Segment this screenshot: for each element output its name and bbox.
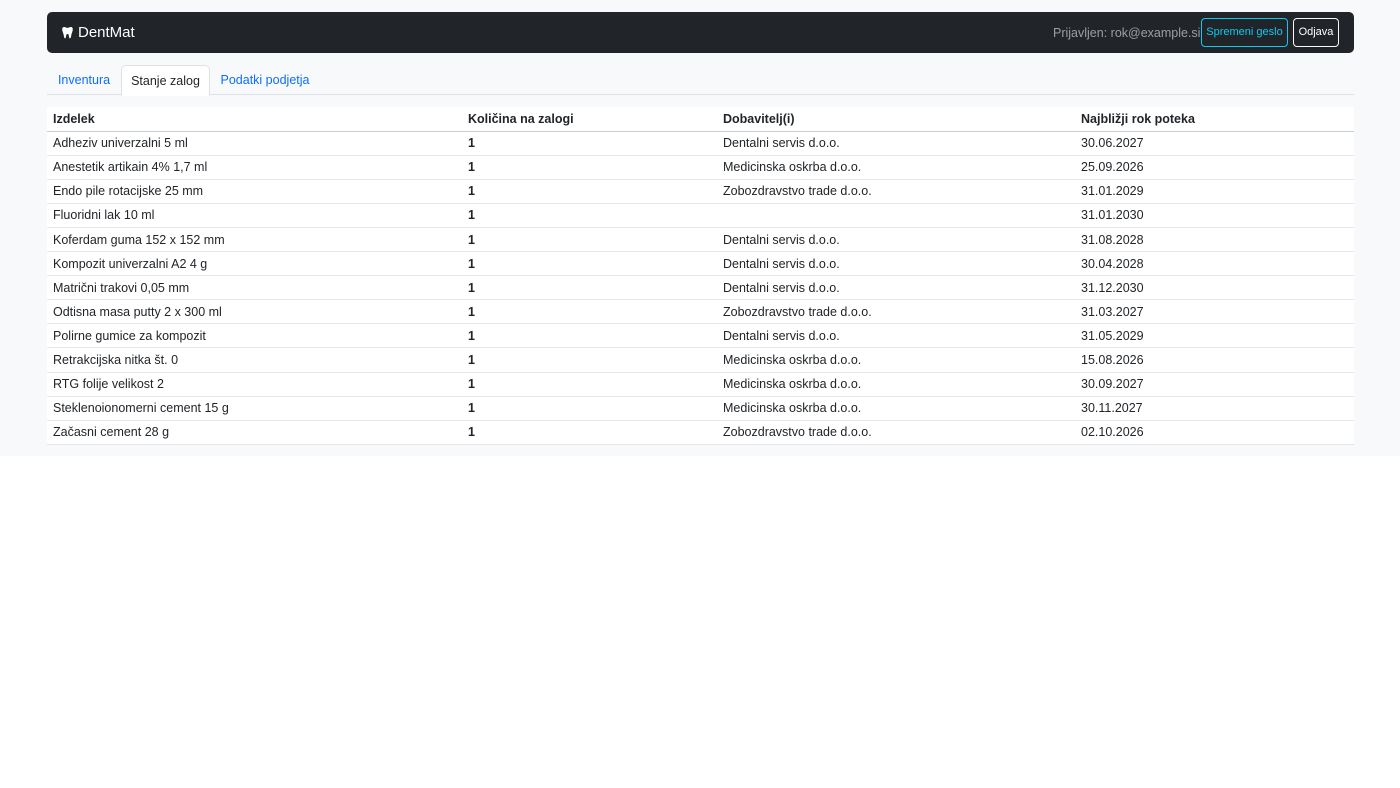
quantity-cell: 1 <box>462 299 717 325</box>
supplier-cell: Dentalni servis d.o.o. <box>717 323 1075 349</box>
supplier-cell: Dentalni servis d.o.o. <box>717 227 1075 253</box>
change-password-button[interactable]: Spremeni geslo <box>1201 18 1288 47</box>
product-cell: Retrakcijska nitka št. 0 <box>47 347 462 373</box>
product-cell: Anestetik artikain 4% 1,7 ml <box>47 155 462 180</box>
product-cell: Polirne gumice za kompozit <box>47 323 462 349</box>
quantity-cell: 1 <box>462 347 717 373</box>
expiry-cell: 30.09.2027 <box>1075 372 1354 397</box>
table-row: Koferdam guma 152 x 152 mm 1 Dentalni se… <box>47 227 1354 253</box>
table-row: RTG folije velikost 2 1 Medicinska oskrb… <box>47 372 1354 397</box>
expiry-cell: 31.05.2029 <box>1075 323 1354 349</box>
expiry-cell: 30.06.2027 <box>1075 131 1354 156</box>
column-header-rok-poteka: Najbližji rok poteka <box>1075 107 1354 132</box>
supplier-cell: Medicinska oskrba d.o.o. <box>717 372 1075 397</box>
quantity-cell: 1 <box>462 323 717 349</box>
logged-in-user: Prijavljen: rok@example.si <box>1053 26 1201 40</box>
product-cell: Steklenoionomerni cement 15 g <box>47 396 462 421</box>
quantity-cell: 1 <box>462 227 717 253</box>
tab-stanje-zalog[interactable]: Stanje zalog <box>121 65 210 96</box>
table-row: Začasni cement 28 g 1 Zobozdravstvo trad… <box>47 420 1354 445</box>
expiry-cell: 31.01.2030 <box>1075 203 1354 228</box>
supplier-cell: Dentalni servis d.o.o. <box>717 275 1075 301</box>
quantity-cell: 1 <box>462 372 717 397</box>
brand-name: DentMat <box>78 24 135 41</box>
brand[interactable]: DentMat <box>62 23 135 42</box>
quantity-cell: 1 <box>462 420 717 445</box>
column-header-kolicina: Količina na zalogi <box>462 107 717 132</box>
top-navbar: DentMat Prijavljen: rok@example.si Sprem… <box>47 12 1354 53</box>
stock-table: Izdelek Količina na zalogi Dobavitelj(i)… <box>47 107 1354 445</box>
product-cell: Adheziv univerzalni 5 ml <box>47 131 462 156</box>
tab-bar: Inventura Stanje zalog Podatki podjetja <box>47 65 1354 96</box>
supplier-cell: Zobozdravstvo trade d.o.o. <box>717 299 1075 325</box>
expiry-cell: 15.08.2026 <box>1075 347 1354 373</box>
table-row: Kompozit univerzalni A2 4 g 1 Dentalni s… <box>47 251 1354 277</box>
quantity-cell: 1 <box>462 131 717 156</box>
column-header-dobavitelj: Dobavitelj(i) <box>717 107 1075 132</box>
table-header-row: Izdelek Količina na zalogi Dobavitelj(i)… <box>47 107 1354 132</box>
product-cell: Matrični trakovi 0,05 mm <box>47 275 462 301</box>
tooth-icon <box>62 27 73 39</box>
product-cell: Kompozit univerzalni A2 4 g <box>47 251 462 277</box>
supplier-cell: Dentalni servis d.o.o. <box>717 131 1075 156</box>
tab-inventura[interactable]: Inventura <box>47 65 121 95</box>
expiry-cell: 31.03.2027 <box>1075 299 1354 325</box>
supplier-cell: Medicinska oskrba d.o.o. <box>717 155 1075 180</box>
quantity-cell: 1 <box>462 251 717 277</box>
table-row: Anestetik artikain 4% 1,7 ml 1 Medicinsk… <box>47 155 1354 180</box>
table-row: Polirne gumice za kompozit 1 Dentalni se… <box>47 323 1354 349</box>
expiry-cell: 02.10.2026 <box>1075 420 1354 445</box>
quantity-cell: 1 <box>462 275 717 301</box>
expiry-cell: 31.12.2030 <box>1075 275 1354 301</box>
expiry-cell: 30.04.2028 <box>1075 251 1354 277</box>
quantity-cell: 1 <box>462 396 717 421</box>
quantity-cell: 1 <box>462 203 717 228</box>
table-row: Adheziv univerzalni 5 ml 1 Dentalni serv… <box>47 131 1354 156</box>
product-cell: Začasni cement 28 g <box>47 420 462 445</box>
supplier-cell: Medicinska oskrba d.o.o. <box>717 396 1075 421</box>
logout-button[interactable]: Odjava <box>1293 18 1339 47</box>
column-header-izdelek: Izdelek <box>47 107 462 132</box>
table-row: Steklenoionomerni cement 15 g 1 Medicins… <box>47 396 1354 421</box>
supplier-cell: Zobozdravstvo trade d.o.o. <box>717 179 1075 204</box>
expiry-cell: 25.09.2026 <box>1075 155 1354 180</box>
product-cell: Odtisna masa putty 2 x 300 ml <box>47 299 462 325</box>
product-cell: Koferdam guma 152 x 152 mm <box>47 227 462 253</box>
supplier-cell: Dentalni servis d.o.o. <box>717 251 1075 277</box>
table-row: Odtisna masa putty 2 x 300 ml 1 Zobozdra… <box>47 299 1354 325</box>
expiry-cell: 30.11.2027 <box>1075 396 1354 421</box>
table-row: Matrični trakovi 0,05 mm 1 Dentalni serv… <box>47 275 1354 301</box>
product-cell: RTG folije velikost 2 <box>47 372 462 397</box>
product-cell: Fluoridni lak 10 ml <box>47 203 462 228</box>
tab-podatki-podjetja[interactable]: Podatki podjetja <box>210 65 320 95</box>
expiry-cell: 31.08.2028 <box>1075 227 1354 253</box>
expiry-cell: 31.01.2029 <box>1075 179 1354 204</box>
page-background: DentMat Prijavljen: rok@example.si Sprem… <box>0 0 1400 456</box>
supplier-cell: Medicinska oskrba d.o.o. <box>717 347 1075 373</box>
supplier-cell: Zobozdravstvo trade d.o.o. <box>717 420 1075 445</box>
product-cell: Endo pile rotacijske 25 mm <box>47 179 462 204</box>
quantity-cell: 1 <box>462 155 717 180</box>
quantity-cell: 1 <box>462 179 717 204</box>
table-row: Retrakcijska nitka št. 0 1 Medicinska os… <box>47 347 1354 373</box>
table-row: Fluoridni lak 10 ml 1 31.01.2030 <box>47 203 1354 228</box>
supplier-cell <box>717 203 1075 228</box>
table-row: Endo pile rotacijske 25 mm 1 Zobozdravst… <box>47 179 1354 204</box>
